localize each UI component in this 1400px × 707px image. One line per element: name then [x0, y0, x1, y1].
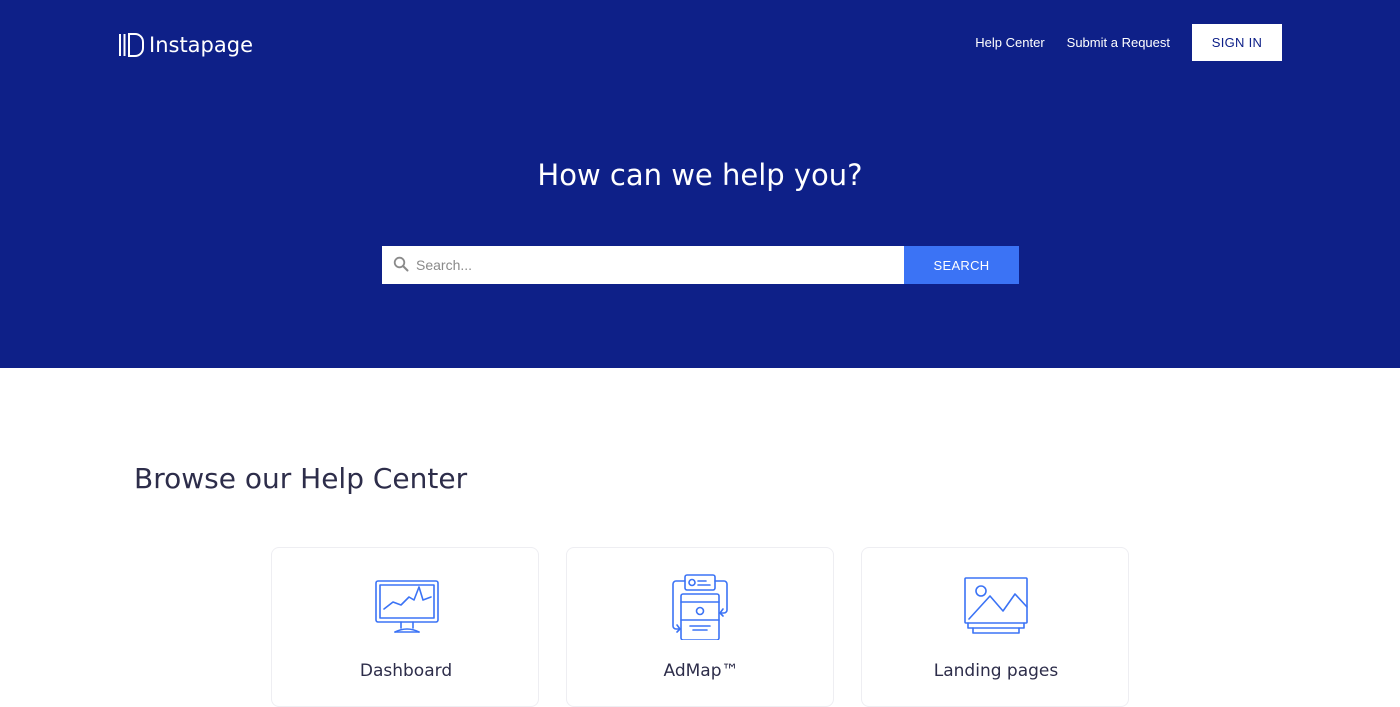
browse-section-title: Browse our Help Center — [134, 462, 468, 495]
instapage-logo[interactable]: Instapage — [118, 30, 253, 60]
search-field — [382, 246, 904, 284]
search-form: SEARCH — [382, 246, 1019, 284]
category-label: Dashboard — [359, 661, 453, 681]
category-card-landing-pages[interactable]: Landing pages — [861, 547, 1129, 707]
admap-flow-icon — [672, 574, 728, 640]
category-card-dashboard[interactable]: Dashboard — [271, 547, 539, 707]
search-button[interactable]: SEARCH — [904, 246, 1019, 284]
category-label: AdMap™ — [663, 661, 739, 681]
hero-section: Instapage Help Center Submit a Request S… — [0, 0, 1400, 368]
search-input[interactable] — [416, 247, 896, 283]
search-icon — [393, 256, 409, 272]
nav-link-submit-request[interactable]: Submit a Request — [1067, 35, 1170, 50]
instapage-logo-icon — [119, 33, 144, 57]
sign-in-button[interactable]: SIGN IN — [1192, 24, 1282, 61]
category-card-admap[interactable]: AdMap™ — [566, 547, 834, 707]
hero-title: How can we help you? — [537, 158, 863, 192]
monitor-chart-icon — [375, 580, 439, 633]
top-navigation: Help Center Submit a Request SIGN IN — [953, 24, 1282, 61]
landing-page-image-icon — [964, 577, 1028, 634]
logo-wordmark: Instapage — [149, 33, 253, 57]
category-label: Landing pages — [933, 661, 1059, 681]
nav-link-help-center[interactable]: Help Center — [975, 35, 1044, 50]
